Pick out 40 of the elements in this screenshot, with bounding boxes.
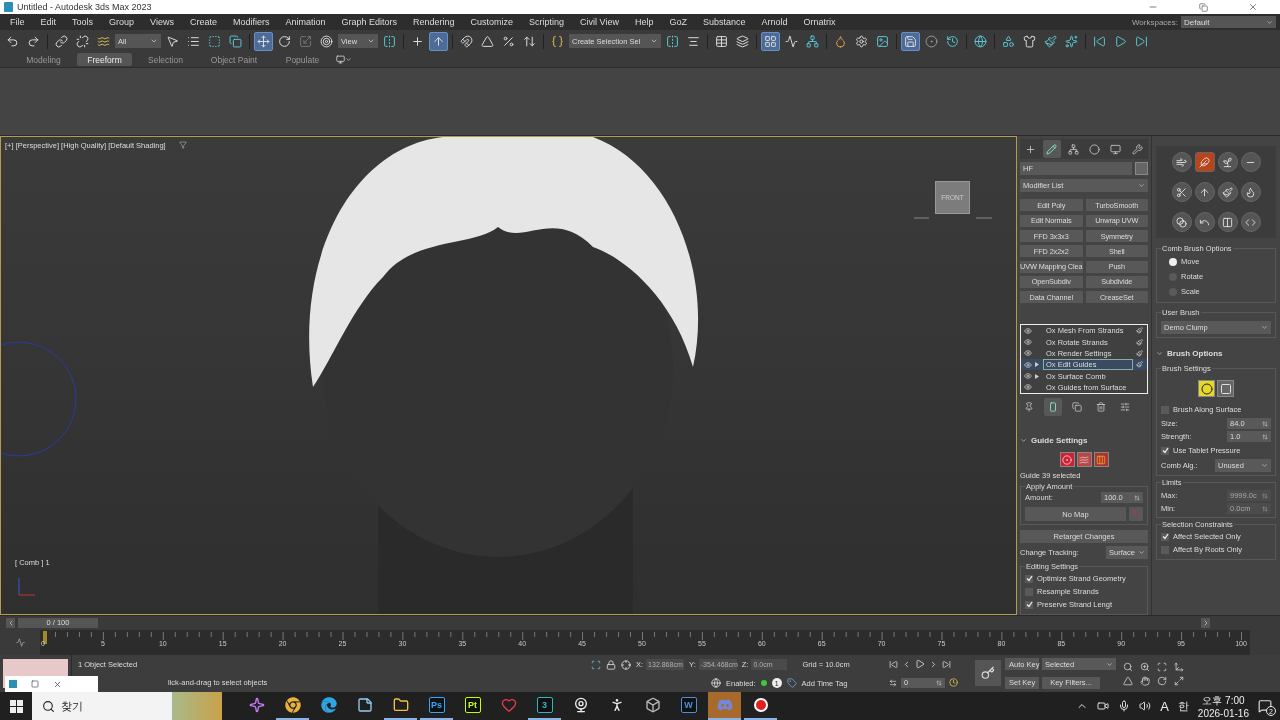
menu-item[interactable]: Help — [626, 17, 662, 27]
menu-item[interactable]: GoZ — [661, 17, 695, 27]
ribbon-tab[interactable]: Object Paint — [199, 53, 269, 66]
rollout-title[interactable]: Guide Settings — [1031, 436, 1088, 445]
menu-item[interactable]: Edit — [32, 17, 65, 27]
menu-item[interactable]: Civil View — [572, 17, 627, 27]
workspace-dropdown[interactable]: Default — [1181, 16, 1276, 28]
menu-item[interactable]: File — [2, 17, 33, 27]
taskbar-app[interactable]: W — [672, 692, 705, 720]
menu-item[interactable]: Modifiers — [224, 17, 278, 27]
ribbon-tab[interactable]: Populate — [275, 53, 330, 66]
input-mode-indicator[interactable]: A — [1160, 698, 1169, 714]
menu-item[interactable]: Graph Editors — [333, 17, 405, 27]
workspaces-label: Workspaces: — [1131, 17, 1178, 27]
menu-item[interactable]: Rendering — [405, 17, 463, 27]
menu-item[interactable]: Tools — [64, 17, 102, 27]
app-logo-icon: W — [680, 697, 697, 713]
language-indicator[interactable]: 한 — [1177, 698, 1189, 714]
ribbon-tab[interactable]: Selection — [138, 53, 193, 66]
menu-item[interactable]: Create — [181, 17, 225, 27]
ribbon-tab[interactable]: Freeform — [77, 53, 132, 66]
taskbar-app[interactable]: Pt — [456, 692, 489, 720]
taskbar-app[interactable]: 3 — [528, 692, 561, 720]
menu-item[interactable]: Animation — [277, 17, 334, 27]
ribbon-tab[interactable]: Modeling — [16, 53, 71, 66]
window-title: Untitled - Autodesk 3ds Max 2023 — [17, 2, 153, 12]
menu-item[interactable]: Arnold — [753, 17, 796, 27]
menu-item[interactable]: Substance — [694, 17, 754, 27]
menu-item[interactable]: Ornatrix — [795, 17, 844, 27]
app-logo-icon: Ps — [428, 697, 445, 713]
app-logo-icon: 3 — [536, 697, 553, 713]
app-logo-icon: Pt — [464, 697, 481, 713]
menu-item[interactable]: Group — [101, 17, 143, 27]
rollout-title[interactable]: Brush Options — [1167, 348, 1223, 358]
menu-item[interactable]: Views — [142, 17, 182, 27]
menu-item[interactable]: Scripting — [521, 17, 573, 27]
menu-item[interactable]: Customize — [462, 17, 522, 27]
clock[interactable]: 오후 7:00 2026-01-16 — [1197, 693, 1249, 719]
taskbar-app[interactable]: Ps — [420, 692, 453, 720]
taskbar-search-field[interactable]: 찾기 — [32, 692, 222, 720]
